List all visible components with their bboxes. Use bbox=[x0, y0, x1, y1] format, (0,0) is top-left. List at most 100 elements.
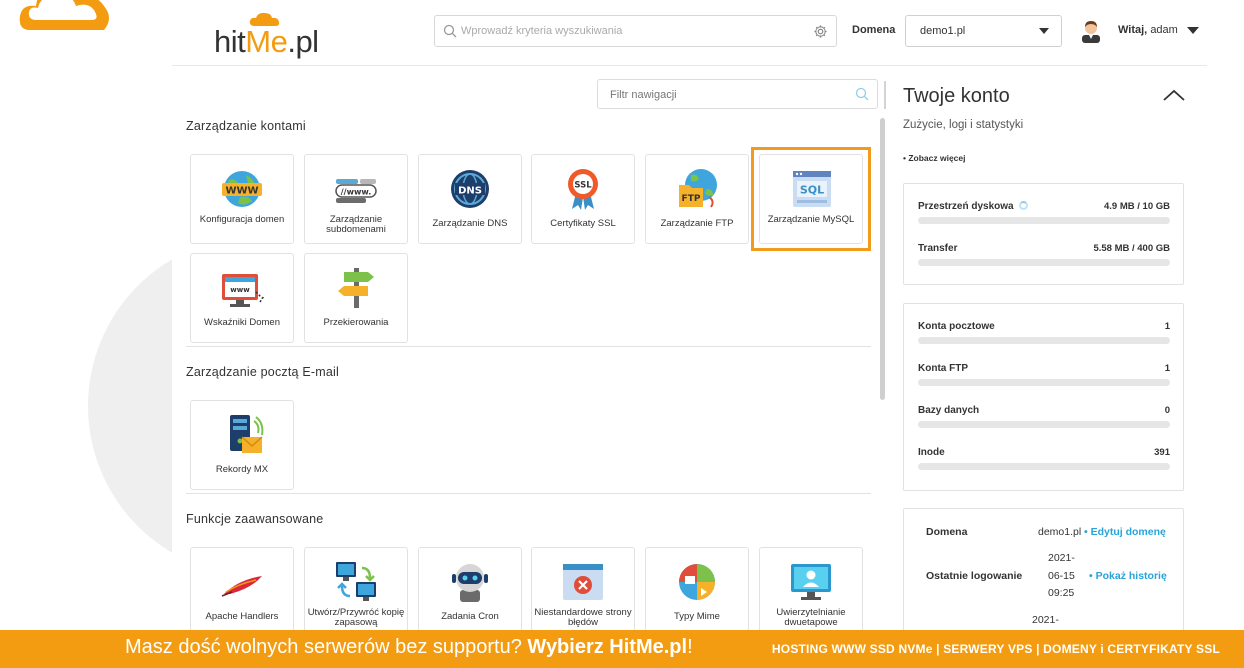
mx-server-icon bbox=[230, 415, 264, 453]
count-label: Inode bbox=[918, 447, 945, 458]
user-greeting[interactable]: Witaj, adam bbox=[1118, 24, 1178, 36]
count-value: 391 bbox=[1154, 447, 1170, 458]
tile-label: Typy Mime bbox=[674, 611, 720, 622]
usage-value: 4.9 MB / 10 GB bbox=[1104, 201, 1170, 212]
user-menu-caret-icon[interactable] bbox=[1187, 27, 1199, 34]
login-history-link[interactable]: • Pokaż historię bbox=[1089, 570, 1167, 582]
svg-text:SSL: SSL bbox=[574, 181, 592, 191]
domain-select[interactable]: demo1.pl bbox=[905, 15, 1062, 47]
tile-label: Przekierowania bbox=[323, 317, 389, 328]
account-subtitle: Zużycie, logi i statystyki bbox=[903, 119, 1024, 131]
promo-banner[interactable]: Masz dość wolnych serwerów bez supportu?… bbox=[0, 630, 1244, 668]
tile-backup[interactable]: Utwórz/Przywróć kopię zapasową bbox=[304, 547, 408, 637]
info-next-date: 2021- bbox=[1032, 614, 1059, 626]
domain-pointer-icon: www bbox=[222, 274, 265, 307]
count-row: Konta FTP 1 bbox=[918, 363, 1170, 403]
tile-label: Utwórz/Przywróć kopię zapasową bbox=[307, 607, 405, 628]
logo-part-pl: .pl bbox=[287, 24, 319, 59]
count-bar bbox=[918, 337, 1170, 344]
svg-text:DNS: DNS bbox=[458, 186, 482, 197]
promo-question: Masz dość wolnych serwerów bez supportu? bbox=[125, 636, 522, 658]
tile-label: Niestandardowe strony błędów bbox=[534, 607, 632, 628]
tile-redirects[interactable]: Przekierowania bbox=[304, 253, 408, 343]
promo-exclaim: ! bbox=[687, 636, 693, 658]
tile-label: Rekordy MX bbox=[215, 464, 269, 475]
chevron-up-icon[interactable] bbox=[1162, 88, 1186, 102]
edit-domain-link[interactable]: • Edytuj domenę bbox=[1084, 526, 1166, 538]
backup-computers-icon bbox=[336, 562, 376, 601]
tile-label: Certyfikaty SSL bbox=[550, 218, 616, 229]
count-bar bbox=[918, 463, 1170, 470]
domain-select-value: demo1.pl bbox=[920, 25, 966, 37]
tile-apache-handlers[interactable]: Apache Handlers bbox=[190, 547, 294, 637]
apache-feather-icon bbox=[221, 576, 262, 597]
counts-card: Konta pocztowe 1 Konta FTP 1 Bazy danych… bbox=[903, 303, 1184, 491]
scrollbar-thumb[interactable] bbox=[880, 118, 885, 400]
scrollbar-top bbox=[884, 81, 886, 109]
gear-icon[interactable] bbox=[813, 24, 828, 39]
top-header: hitMe.pl Domena demo1.pl Witaj, adam bbox=[0, 0, 1244, 66]
ftp-folder-icon: FTP bbox=[679, 169, 717, 208]
chevron-down-icon bbox=[1039, 28, 1049, 34]
tile-cron[interactable]: Zadania Cron bbox=[418, 547, 522, 637]
usage-value: 5.58 MB / 400 GB bbox=[1093, 243, 1170, 254]
tile-domain-pointers[interactable]: www Wskaźniki Domen bbox=[190, 253, 294, 343]
tile-ftp[interactable]: FTP Zarządzanie FTP bbox=[645, 154, 749, 244]
avatar[interactable] bbox=[1080, 19, 1102, 43]
hitme-logo[interactable]: hitMe.pl bbox=[214, 10, 334, 59]
count-bar bbox=[918, 379, 1170, 386]
tile-subdomains[interactable]: //www. Zarządzanie subdomenami bbox=[304, 154, 408, 244]
nav-filter-input[interactable] bbox=[610, 86, 840, 104]
promo-cta[interactable]: Wybierz HitMe.pl bbox=[527, 636, 687, 658]
count-row: Bazy danych 0 bbox=[918, 405, 1170, 445]
section-title-email: Zarządzanie pocztą E-mail bbox=[186, 365, 339, 379]
domain-label: Domena bbox=[852, 24, 896, 36]
tile-dns[interactable]: DNS Zarządzanie DNS bbox=[418, 154, 522, 244]
search-icon bbox=[855, 87, 869, 101]
loading-spinner-icon bbox=[1018, 201, 1028, 210]
usage-bar bbox=[918, 217, 1170, 224]
count-label: Konta FTP bbox=[918, 363, 968, 374]
count-value: 0 bbox=[1164, 405, 1170, 416]
info-login-date-cont: 06-15 bbox=[1048, 570, 1075, 582]
count-label: Konta pocztowe bbox=[918, 321, 995, 332]
tile-label: Zarządzanie FTP bbox=[660, 218, 734, 229]
tile-domain-config[interactable]: WWW Konfiguracja domen bbox=[190, 154, 294, 244]
header-divider bbox=[172, 65, 1207, 66]
search-icon bbox=[443, 24, 457, 38]
error-page-icon bbox=[563, 564, 603, 600]
logo-part-me: Me bbox=[245, 24, 288, 59]
tile-ssl[interactable]: SSL Certyfikaty SSL bbox=[531, 154, 635, 244]
usage-row-transfer: Transfer 5.58 MB / 400 GB bbox=[918, 243, 1170, 283]
tile-label: Wskaźniki Domen bbox=[203, 317, 281, 328]
info-domain-value: demo1.pl bbox=[1038, 526, 1082, 538]
search-input[interactable] bbox=[461, 22, 801, 40]
usage-label: Przestrzeń dyskowa bbox=[918, 201, 1028, 212]
usage-label: Transfer bbox=[918, 243, 958, 254]
www-globe-icon: WWW bbox=[222, 171, 262, 207]
tile-label: Zadania Cron bbox=[441, 611, 499, 622]
tile-mx-records[interactable]: Rekordy MX bbox=[190, 400, 294, 490]
see-more-link[interactable]: • Zobacz więcej bbox=[903, 153, 966, 163]
nav-filter[interactable] bbox=[597, 79, 878, 109]
global-search[interactable] bbox=[434, 15, 837, 47]
usage-card: Przestrzeń dyskowa 4.9 MB / 10 GB Transf… bbox=[903, 183, 1184, 285]
usage-bar bbox=[918, 259, 1170, 266]
ssl-badge-icon: SSL bbox=[568, 169, 598, 210]
tile-error-pages[interactable]: Niestandardowe strony błędów bbox=[531, 547, 635, 637]
logo-part-hit: hit bbox=[214, 24, 246, 59]
usage-row-disk: Przestrzeń dyskowa 4.9 MB / 10 GB bbox=[918, 201, 1170, 241]
count-row: Konta pocztowe 1 bbox=[918, 321, 1170, 361]
greeting-label: Witaj, bbox=[1118, 24, 1148, 36]
count-bar bbox=[918, 421, 1170, 428]
count-value: 1 bbox=[1164, 321, 1170, 332]
tile-two-factor[interactable]: Uwierzytelnianie dwuetapowe bbox=[759, 547, 863, 637]
info-login-label: Ostatnie logowanie bbox=[926, 570, 1023, 582]
tile-label: Uwierzytelnianie dwuetapowe bbox=[776, 607, 846, 628]
usage-label-text: Przestrzeń dyskowa bbox=[918, 201, 1014, 212]
cloud-icon bbox=[19, 0, 109, 30]
section-title-advanced: Funkcje zaawansowane bbox=[186, 512, 324, 526]
account-panel: Twoje konto Zużycie, logi i statystyki •… bbox=[892, 66, 1207, 648]
tile-label: Zarządzanie subdomenami bbox=[326, 214, 386, 235]
tile-mime-types[interactable]: Typy Mime bbox=[645, 547, 749, 637]
